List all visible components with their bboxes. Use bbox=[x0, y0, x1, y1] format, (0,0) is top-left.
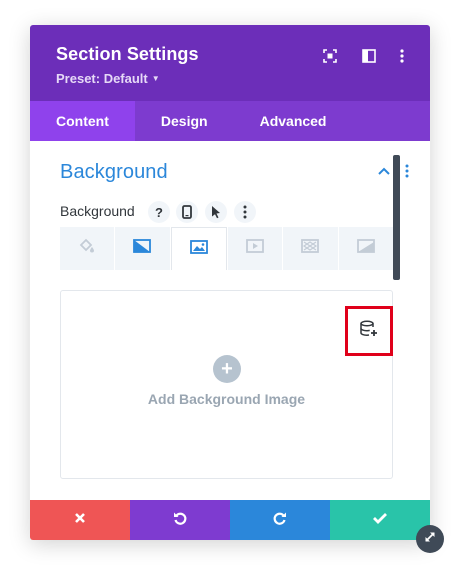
tab-content[interactable]: Content bbox=[30, 101, 135, 141]
tab-design[interactable]: Design bbox=[135, 101, 234, 141]
settings-tabs: Content Design Advanced bbox=[30, 101, 430, 141]
modal-footer bbox=[30, 500, 430, 540]
settings-body: Background Background ? + Add Background… bbox=[30, 141, 430, 500]
bg-tab-gradient[interactable] bbox=[115, 227, 170, 270]
close-icon bbox=[74, 511, 86, 529]
sidebar-layout-icon[interactable] bbox=[358, 45, 380, 67]
more-vertical-icon[interactable] bbox=[391, 45, 413, 67]
check-icon bbox=[372, 511, 388, 529]
bg-tab-color[interactable] bbox=[60, 227, 115, 270]
add-background-image-label[interactable]: Add Background Image bbox=[61, 391, 392, 407]
undo-icon bbox=[172, 510, 188, 531]
background-type-tabs bbox=[60, 227, 393, 270]
preset-selector[interactable]: Preset: Default ▼ bbox=[56, 71, 160, 86]
resize-handle[interactable] bbox=[416, 525, 444, 553]
mobile-icon[interactable] bbox=[176, 201, 198, 223]
modal-title: Section Settings bbox=[56, 44, 199, 64]
help-icon[interactable]: ? bbox=[148, 201, 170, 223]
gradient-icon bbox=[133, 239, 152, 258]
mask-icon bbox=[356, 239, 375, 258]
section-more-icon[interactable] bbox=[399, 163, 415, 179]
cancel-button[interactable] bbox=[30, 500, 130, 540]
paint-bucket-icon bbox=[78, 238, 96, 259]
hover-cursor-icon[interactable] bbox=[205, 201, 227, 223]
chevron-down-icon: ▼ bbox=[151, 74, 160, 83]
section-title[interactable]: Background bbox=[60, 161, 168, 184]
tab-advanced[interactable]: Advanced bbox=[234, 101, 353, 141]
bg-tab-mask[interactable] bbox=[338, 227, 393, 270]
chevron-up-icon[interactable] bbox=[376, 163, 392, 179]
modal-header: Section Settings Preset: Default ▼ bbox=[30, 25, 430, 101]
bg-tab-video[interactable] bbox=[227, 227, 283, 270]
pattern-icon bbox=[301, 239, 320, 258]
redo-icon bbox=[272, 510, 288, 531]
image-icon bbox=[189, 239, 208, 259]
bg-tab-image[interactable] bbox=[170, 227, 227, 270]
save-button[interactable] bbox=[330, 500, 430, 540]
dynamic-content-button[interactable] bbox=[345, 306, 393, 356]
background-image-upload[interactable]: + Add Background Image bbox=[60, 290, 393, 479]
bg-tab-pattern[interactable] bbox=[283, 227, 338, 270]
dynamic-content-icon bbox=[359, 320, 379, 343]
redo-button[interactable] bbox=[230, 500, 330, 540]
video-icon bbox=[246, 239, 265, 258]
screenshot-icon[interactable] bbox=[319, 45, 341, 67]
preset-label: Preset: Default bbox=[56, 71, 148, 86]
add-image-plus-icon[interactable]: + bbox=[213, 355, 241, 383]
field-more-icon[interactable] bbox=[234, 201, 256, 223]
settings-scrollbar[interactable] bbox=[393, 155, 400, 280]
resize-diagonal-icon bbox=[423, 530, 437, 549]
background-field-label: Background bbox=[60, 203, 135, 219]
undo-button[interactable] bbox=[130, 500, 230, 540]
section-settings-modal: Section Settings Preset: Default ▼ Conte… bbox=[30, 25, 430, 540]
